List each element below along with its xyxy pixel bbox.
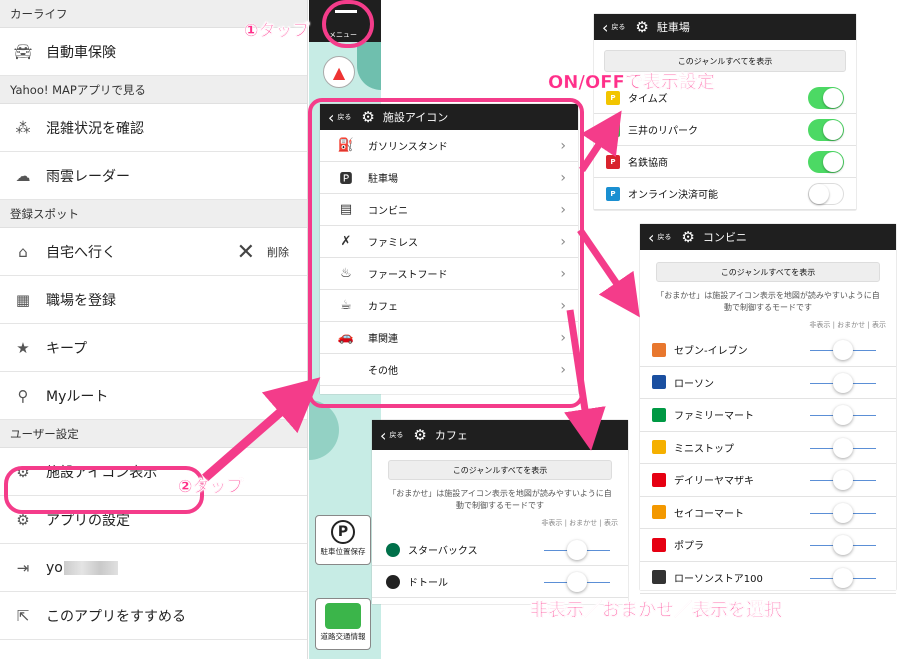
- annotation-tap2: ②タップ: [178, 477, 244, 497]
- annotation-tap1: ①タップ: [244, 21, 310, 41]
- annotation-arrows: [202, 110, 640, 482]
- annotation-onoff: ON/OFFで表示設定: [548, 72, 715, 93]
- arrow-tap2: [202, 377, 321, 482]
- annotation-select: 非表示／おまかせ／表示を選択: [530, 600, 782, 621]
- arrow-parking: [579, 110, 622, 172]
- arrow-cafe: [564, 309, 606, 451]
- arrow-convenience: [577, 228, 640, 318]
